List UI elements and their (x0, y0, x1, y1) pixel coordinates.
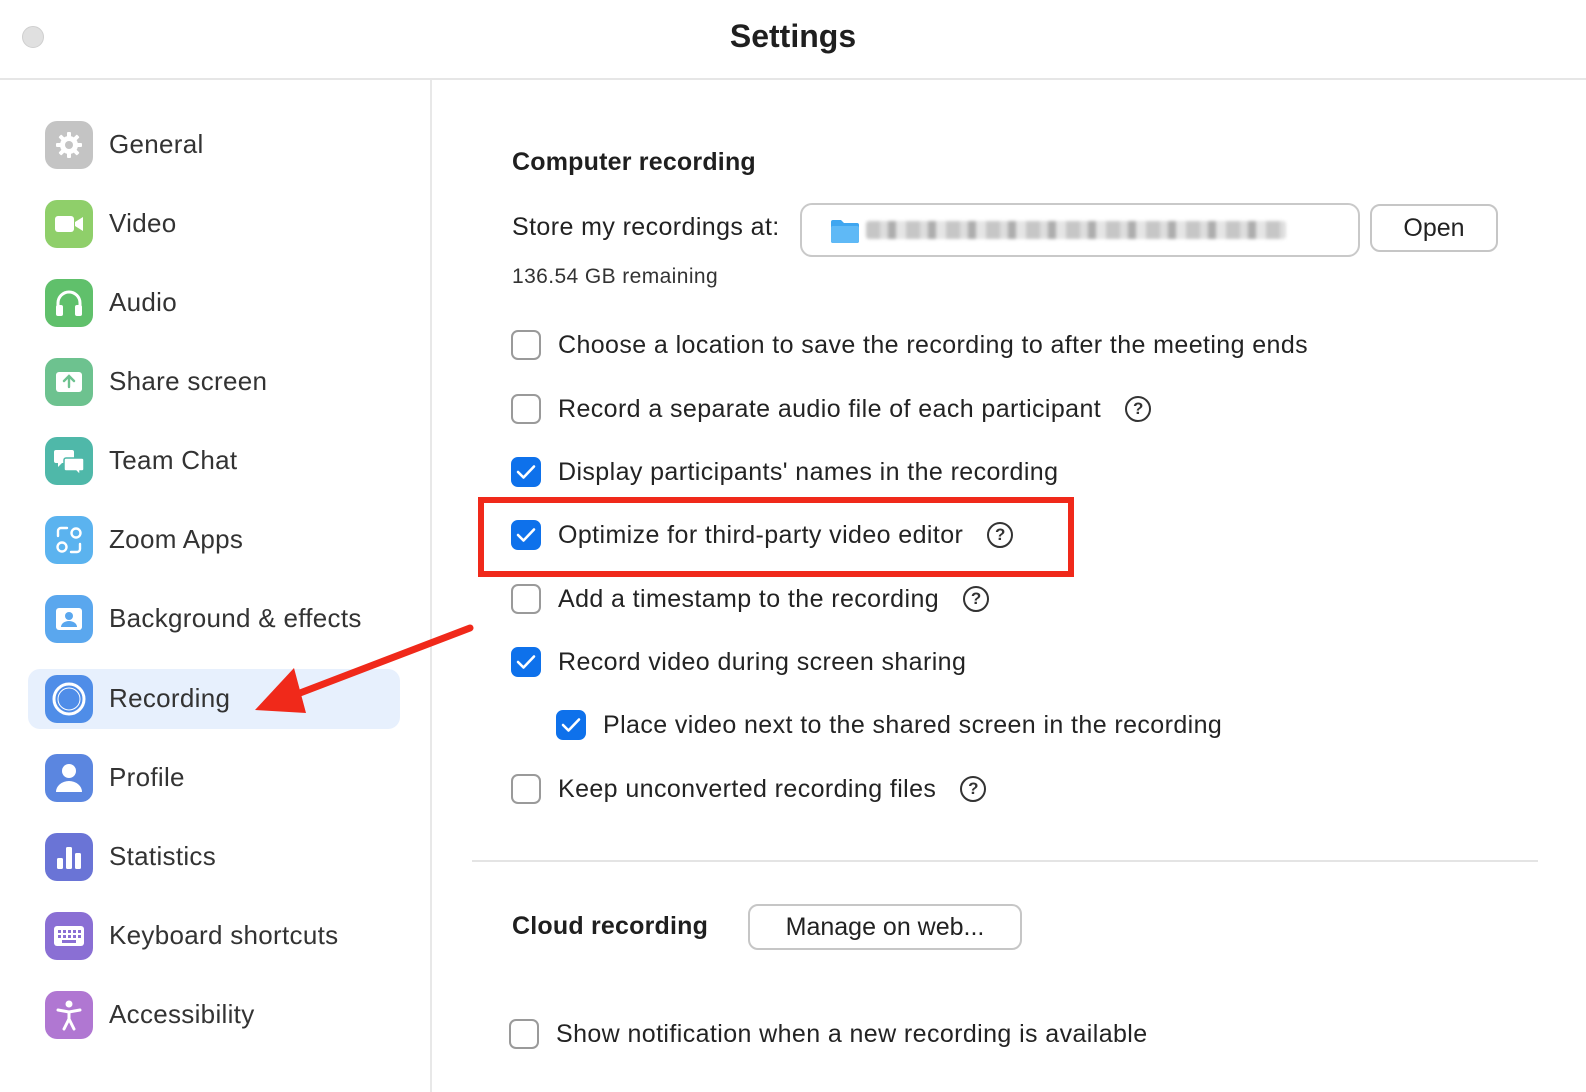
checkbox[interactable] (511, 394, 541, 424)
option-choose-location[interactable]: Choose a location to save the recording … (511, 328, 1308, 362)
sidebar-item-team-chat[interactable]: Team Chat (28, 431, 400, 491)
option-label: Display participants' names in the recor… (558, 457, 1059, 486)
sidebar-item-video[interactable]: Video (28, 194, 400, 254)
option-label: Add a timestamp to the recording (558, 584, 940, 613)
help-icon[interactable]: ? (963, 586, 990, 612)
help-icon[interactable]: ? (1125, 396, 1152, 422)
person-icon (45, 754, 93, 802)
headphones-icon (45, 279, 93, 327)
store-recordings-label: Store my recordings at: (512, 213, 780, 241)
gear-icon (45, 121, 93, 169)
sidebar-item-label: Profile (109, 762, 185, 792)
option-place-video-next-to-screen[interactable]: Place video next to the shared screen in… (556, 708, 1222, 742)
redacted-path-text (866, 221, 1286, 239)
annotation-highlight-box (478, 497, 1074, 577)
sidebar-item-accessibility[interactable]: Accessibility (28, 985, 400, 1045)
sidebar-item-zoom-apps[interactable]: Zoom Apps (28, 510, 400, 570)
option-display-names[interactable]: Display participants' names in the recor… (511, 455, 1058, 489)
keyboard-icon (45, 912, 93, 960)
computer-recording-heading: Computer recording (512, 148, 756, 176)
option-cloud-notification[interactable]: Show notification when a new recording i… (509, 1017, 1148, 1051)
recording-path-field[interactable] (800, 203, 1360, 257)
option-label: Record a separate audio file of each par… (558, 394, 1102, 423)
sidebar-item-label: Team Chat (109, 445, 238, 475)
option-add-timestamp[interactable]: Add a timestamp to the recording ? (511, 582, 990, 616)
sidebar-item-label: General (109, 129, 204, 159)
chat-bubbles-icon (45, 437, 93, 485)
checkbox[interactable] (511, 774, 541, 804)
sidebar-item-audio[interactable]: Audio (28, 273, 400, 333)
sidebar-item-share-screen[interactable]: Share screen (28, 352, 400, 412)
share-screen-icon (45, 358, 93, 406)
checkbox-checked[interactable] (511, 647, 541, 677)
sidebar-item-label: Accessibility (109, 999, 255, 1029)
sidebar-item-label: Statistics (109, 841, 217, 871)
checkbox-checked[interactable] (556, 710, 586, 740)
open-folder-button[interactable]: Open (1370, 204, 1498, 252)
sidebar-item-general[interactable]: General (28, 115, 400, 175)
sidebar-item-keyboard-shortcuts[interactable]: Keyboard shortcuts (28, 906, 400, 966)
sidebar-item-profile[interactable]: Profile (28, 748, 400, 808)
sidebar-item-label: Recording (109, 683, 231, 713)
option-separate-audio[interactable]: Record a separate audio file of each par… (511, 392, 1152, 426)
option-label: Choose a location to save the recording … (558, 330, 1309, 359)
checkbox[interactable] (511, 584, 541, 614)
help-icon[interactable]: ? (960, 776, 987, 802)
settings-sidebar: General Video Audio Share screen Team Ch… (0, 80, 432, 1092)
checkbox[interactable] (509, 1019, 539, 1049)
sidebar-item-label: Video (109, 208, 177, 238)
option-keep-unconverted-files[interactable]: Keep unconverted recording files ? (511, 772, 987, 806)
option-label: Show notification when a new recording i… (556, 1019, 1148, 1048)
checkbox-checked[interactable] (511, 457, 541, 487)
option-record-during-screen-sharing[interactable]: Record video during screen sharing (511, 645, 966, 679)
accessibility-icon (45, 991, 93, 1039)
option-label: Record video during screen sharing (558, 647, 967, 676)
sidebar-item-label: Keyboard shortcuts (109, 920, 339, 950)
checkmark-icon (561, 718, 581, 732)
cloud-recording-heading: Cloud recording (512, 912, 709, 940)
sidebar-item-background-effects[interactable]: Background & effects (28, 589, 400, 649)
sidebar-item-recording[interactable]: Recording (28, 669, 400, 729)
record-circle-icon (45, 675, 93, 723)
checkmark-icon (516, 655, 536, 669)
sidebar-item-label: Zoom Apps (109, 524, 244, 554)
folder-icon (831, 220, 859, 243)
video-camera-icon (45, 200, 93, 248)
checkbox[interactable] (511, 330, 541, 360)
option-label: Keep unconverted recording files (558, 774, 937, 803)
manage-on-web-button[interactable]: Manage on web... (748, 904, 1022, 950)
storage-remaining-text: 136.54 GB remaining (512, 265, 719, 288)
bar-chart-icon (45, 833, 93, 881)
sidebar-item-label: Audio (109, 287, 177, 317)
background-portrait-icon (45, 595, 93, 643)
sidebar-item-statistics[interactable]: Statistics (28, 827, 400, 887)
window-title: Settings (729, 18, 857, 54)
section-divider (472, 860, 1538, 862)
option-label: Place video next to the shared screen in… (603, 710, 1223, 739)
sidebar-item-label: Share screen (109, 366, 268, 396)
checkmark-icon (516, 465, 536, 479)
zoom-apps-icon (45, 516, 93, 564)
title-bar: Settings (0, 0, 1586, 80)
sidebar-item-label: Background & effects (109, 603, 362, 633)
